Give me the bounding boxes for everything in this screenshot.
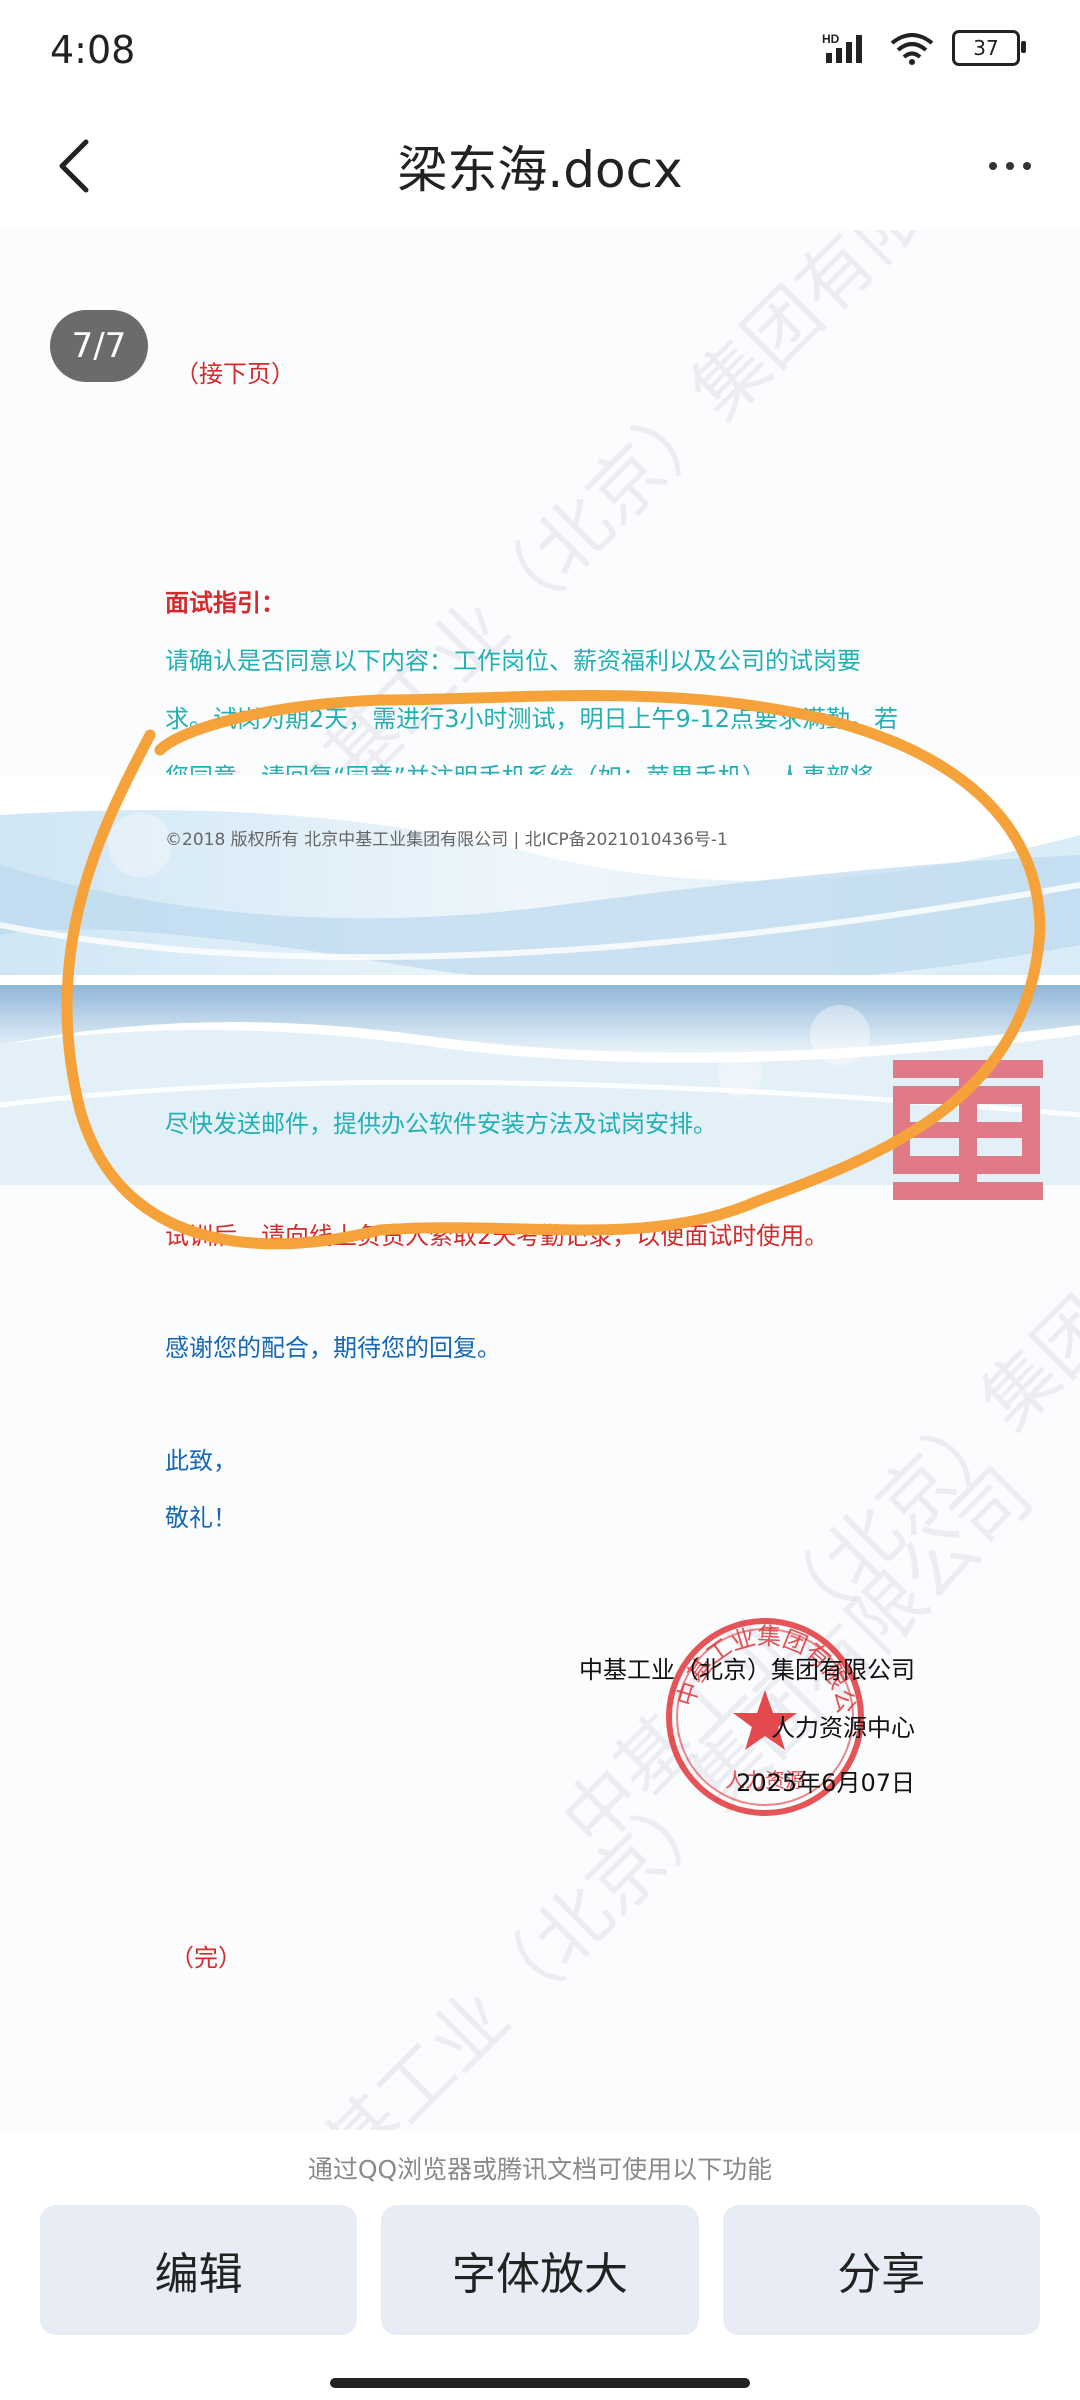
document-viewer[interactable]: 中基工业（北京）集团有限公司 中基工业（北京）集团有限公司 中基工业（北京）集团…: [0, 230, 1080, 2130]
paragraph-line: 尽快发送邮件，提供办公软件安装方法及试岗安排。: [165, 1110, 717, 1138]
status-time: 4:08: [50, 28, 136, 72]
document-title: 梁东海.docx: [397, 141, 683, 199]
wifi-icon: [890, 33, 934, 65]
closing-line: 此致，: [165, 1447, 237, 1475]
paragraph-line: 试训后，请向线上负责人索取2天考勤记录，以便面试时使用。: [165, 1222, 829, 1250]
more-dot-icon: [989, 162, 997, 170]
network-label: HD: [822, 32, 840, 46]
feature-hint: 通过QQ浏览器或腾讯文档可使用以下功能: [307, 2155, 773, 2184]
status-bar: 4:08 HD 37: [0, 0, 1080, 100]
paragraph-line: 请确认是否同意以下内容：工作岗位、薪资福利以及公司的试岗要: [165, 647, 861, 675]
more-options-button[interactable]: [970, 126, 1050, 206]
paragraph-line: 感谢您的配合，期待您的回复。: [165, 1334, 501, 1362]
page-indicator: 7/7: [50, 310, 148, 382]
battery-level: 37: [973, 36, 999, 60]
home-indicator[interactable]: [330, 2378, 750, 2388]
nav-bar: 梁东海.docx: [0, 100, 1080, 230]
cellular-signal-icon: HD: [822, 32, 862, 63]
continued-text: （接下页）: [175, 360, 295, 388]
more-dot-icon: [1006, 162, 1014, 170]
signature-company: 中基工业（北京）集团有限公司: [579, 1656, 915, 1684]
guide-title: 面试指引：: [165, 589, 285, 617]
share-button[interactable]: 分享: [722, 2205, 1040, 2335]
company-logo-icon: [893, 1060, 1043, 1200]
paragraph-line: 求。试岗为期2天，需进行3小时测试，明日上午9-12点要求满勤。若: [165, 705, 899, 733]
enlarge-font-button[interactable]: 字体放大: [381, 2205, 699, 2335]
battery-icon: 37: [952, 30, 1026, 66]
copyright-text: ©2018 版权所有 北京中基工业集团有限公司 | 北ICP备202101043…: [165, 830, 728, 850]
signature-department: 人力资源中心: [771, 1714, 915, 1742]
status-icons: HD 37: [822, 30, 1026, 66]
closing-line: 敬礼！: [165, 1504, 237, 1532]
more-dot-icon: [1023, 162, 1031, 170]
end-marker: （完）: [170, 1944, 242, 1972]
signature-date: 2025年6月07日: [736, 1769, 915, 1797]
action-bar: 编辑 字体放大 分享: [40, 2205, 1040, 2335]
edit-button[interactable]: 编辑: [40, 2205, 358, 2335]
